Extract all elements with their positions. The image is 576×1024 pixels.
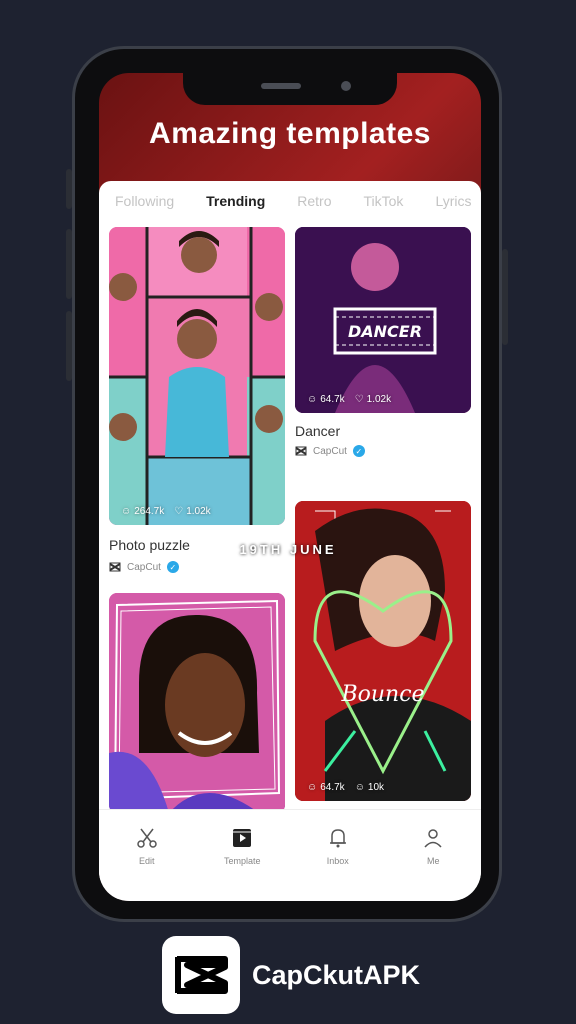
nav-edit[interactable]: Edit <box>112 826 182 899</box>
speaker <box>261 83 301 89</box>
app-content: Following Trending Retro TikTok Lyrics ☺… <box>99 181 481 901</box>
user-icon <box>424 829 442 848</box>
people-icon: ☺ <box>307 394 318 405</box>
tab-lyrics[interactable]: Lyrics <box>419 193 481 209</box>
card-stats: ☺ 264.7k ♡ 1.02k <box>121 506 211 517</box>
likes-count: ☺ 10k <box>355 782 384 793</box>
template-card-photo-puzzle[interactable]: ☺ 264.7k ♡ 1.02k <box>109 227 285 525</box>
tab-trending[interactable]: Trending <box>190 193 281 209</box>
phone-frame: Amazing templates Following Trending Ret… <box>66 46 508 922</box>
portrait-thumbnail <box>109 593 285 813</box>
heart-icon: ♡ <box>174 506 184 517</box>
verified-icon: ✓ <box>166 561 179 573</box>
notch <box>183 73 397 105</box>
date-overlay-text: 19TH JUNE <box>239 542 337 557</box>
nav-edit-label: Edit <box>138 856 155 866</box>
capcut-logo-icon <box>162 936 240 1014</box>
power-button <box>502 249 508 345</box>
brand-footer: CapCkutAPK <box>162 936 420 1014</box>
template-card-portrait[interactable] <box>109 593 285 813</box>
bell-icon <box>329 829 346 848</box>
photo-puzzle-thumbnail <box>109 227 285 525</box>
heart-icon: ♡ <box>354 394 364 405</box>
tab-following[interactable]: Following <box>99 193 190 209</box>
capcut-small-icon <box>109 562 121 572</box>
card-title-dancer[interactable]: Dancer <box>295 423 340 439</box>
uses-value: 64.7k <box>320 782 345 793</box>
nav-template[interactable]: Template <box>207 826 277 899</box>
nav-me[interactable]: Me <box>398 826 468 899</box>
tab-retro[interactable]: Retro <box>281 193 347 209</box>
card-author-row[interactable]: CapCut ✓ <box>109 561 179 573</box>
likes-count: ♡ 1.02k <box>174 506 210 517</box>
verified-icon: ✓ <box>352 445 365 457</box>
card-author: CapCut <box>313 445 347 457</box>
mute-switch <box>66 169 72 209</box>
card-author-row[interactable]: CapCut ✓ <box>295 445 365 457</box>
capcut-small-icon <box>295 446 307 456</box>
template-icon <box>233 829 252 847</box>
dancer-banner-text: DANCER <box>348 322 422 341</box>
nav-template-label: Template <box>223 856 261 866</box>
bounce-overlay-text: Bounce <box>340 682 424 707</box>
template-card-dancer[interactable]: DANCER ☺ 64.7k ♡ 1.02k <box>295 227 471 413</box>
card-stats: ☺ 64.7k ☺ 10k <box>307 782 384 793</box>
card-stats: ☺ 64.7k ♡ 1.02k <box>307 394 391 405</box>
front-camera <box>341 81 351 91</box>
uses-count: ☺ 64.7k <box>307 394 345 405</box>
likes-value: 1.02k <box>186 506 211 517</box>
people-icon: ☺ <box>121 506 132 517</box>
nav-me-label: Me <box>426 856 440 866</box>
volume-down-button <box>66 311 72 381</box>
nav-inbox[interactable]: Inbox <box>303 826 373 899</box>
category-tabs: Following Trending Retro TikTok Lyrics <box>99 181 481 221</box>
nav-inbox-label: Inbox <box>326 856 349 866</box>
uses-value: 64.7k <box>320 394 345 405</box>
tab-tiktok[interactable]: TikTok <box>348 193 420 209</box>
bottom-nav: Edit Template Inbox Me <box>99 809 481 899</box>
card-author: CapCut <box>127 561 161 573</box>
uses-count: ☺ 64.7k <box>307 782 345 793</box>
people-icon: ☺ <box>307 782 318 793</box>
uses-value: 264.7k <box>134 506 165 517</box>
likes-value: 1.02k <box>366 394 392 405</box>
uses-count: ☺ 264.7k <box>121 506 164 517</box>
scissors-icon <box>137 828 157 848</box>
likes-value: 10k <box>367 782 385 793</box>
people-icon: ☺ <box>354 782 365 793</box>
hero-title: Amazing templates <box>149 117 431 150</box>
volume-up-button <box>66 229 72 299</box>
likes-count: ♡ 1.02k <box>355 394 391 405</box>
phone-screen: Amazing templates Following Trending Ret… <box>99 73 481 901</box>
brand-name: CapCkutAPK <box>252 959 421 990</box>
dancer-thumbnail: DANCER <box>295 227 471 413</box>
